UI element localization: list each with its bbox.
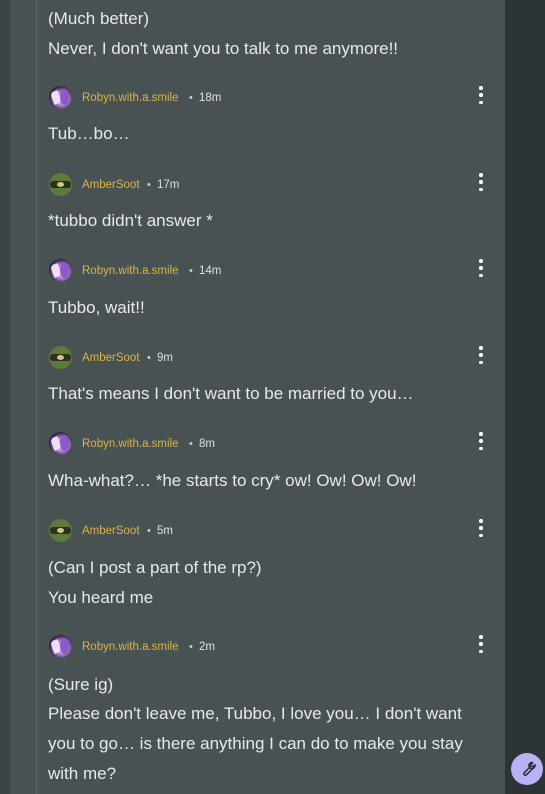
separator-dot: •: [147, 525, 151, 537]
username[interactable]: AmberSoot: [82, 177, 140, 193]
comment-header: AmberSoot • 17m: [49, 173, 499, 197]
comment-line: you to go… is there anything I can do to…: [48, 734, 463, 753]
amber-avatar[interactable]: [49, 346, 72, 369]
comment-header: AmberSoot • 9m: [49, 346, 499, 370]
left-edge: [0, 0, 10, 794]
timestamp: 17m: [157, 179, 180, 191]
more-vertical-icon[interactable]: [476, 346, 486, 364]
robyn-avatar[interactable]: [49, 259, 72, 282]
comment-line: Wha-what?… *he starts to cry* ow! Ow! Ow…: [48, 471, 417, 490]
comment-line: with me?: [48, 764, 117, 783]
username[interactable]: Robyn.with.a.smile: [82, 436, 179, 452]
username[interactable]: AmberSoot: [82, 350, 140, 366]
robyn-avatar[interactable]: [49, 432, 72, 455]
username[interactable]: AmberSoot: [82, 523, 140, 539]
more-vertical-icon[interactable]: [476, 432, 486, 450]
timestamp: 9m: [157, 352, 173, 364]
thread-line: [36, 0, 37, 794]
username[interactable]: Robyn.with.a.smile: [82, 90, 179, 106]
comment-line: Tubbo, wait!!: [48, 298, 145, 317]
robyn-avatar[interactable]: [49, 86, 72, 109]
separator-dot: •: [189, 438, 193, 450]
separator-dot: •: [189, 641, 193, 653]
separator-dot: •: [147, 179, 151, 191]
wrench-icon: [518, 760, 536, 778]
amber-avatar[interactable]: [49, 173, 72, 196]
timestamp: 18m: [199, 92, 222, 104]
comment-line: (Much better): [48, 9, 150, 28]
timestamp: 2m: [199, 641, 215, 653]
comment-line: Never, I don't want you to talk to me an…: [48, 39, 399, 58]
more-vertical-icon[interactable]: [476, 635, 486, 653]
username[interactable]: Robyn.with.a.smile: [82, 263, 179, 279]
separator-dot: •: [147, 352, 151, 364]
comment-line: (Can I post a part of the rp?): [48, 558, 262, 577]
timestamp: 5m: [157, 525, 173, 537]
username[interactable]: Robyn.with.a.smile: [82, 639, 179, 655]
comment-line: *tubbo didn't answer *: [48, 211, 213, 230]
comment-header: AmberSoot • 5m: [49, 519, 499, 543]
more-vertical-icon[interactable]: [476, 86, 486, 104]
comment-line: (Sure ig): [48, 675, 114, 694]
separator-dot: •: [189, 265, 193, 277]
comment-header: Robyn.with.a.smile • 18m: [49, 86, 499, 110]
comment-line: Tub…bo…: [48, 124, 130, 143]
more-vertical-icon[interactable]: [476, 259, 486, 277]
timestamp: 8m: [199, 438, 215, 450]
comment-line: You heard me: [48, 588, 154, 607]
more-vertical-icon[interactable]: [476, 173, 486, 191]
separator-dot: •: [189, 92, 193, 104]
comment-header: Robyn.with.a.smile • 8m: [49, 432, 499, 456]
robyn-avatar[interactable]: [49, 635, 72, 658]
comment-header: Robyn.with.a.smile • 14m: [49, 259, 499, 283]
more-vertical-icon[interactable]: [476, 519, 486, 537]
wrench-button[interactable]: [511, 753, 543, 785]
amber-avatar[interactable]: [49, 519, 72, 542]
comment-line: That's means I don't want to be married …: [48, 384, 414, 403]
timestamp: 14m: [199, 265, 222, 277]
comment-line: Please don't leave me, Tubbo, I love you…: [48, 704, 462, 723]
comment-header: Robyn.with.a.smile • 2m: [49, 635, 499, 659]
right-gutter: [505, 0, 545, 794]
